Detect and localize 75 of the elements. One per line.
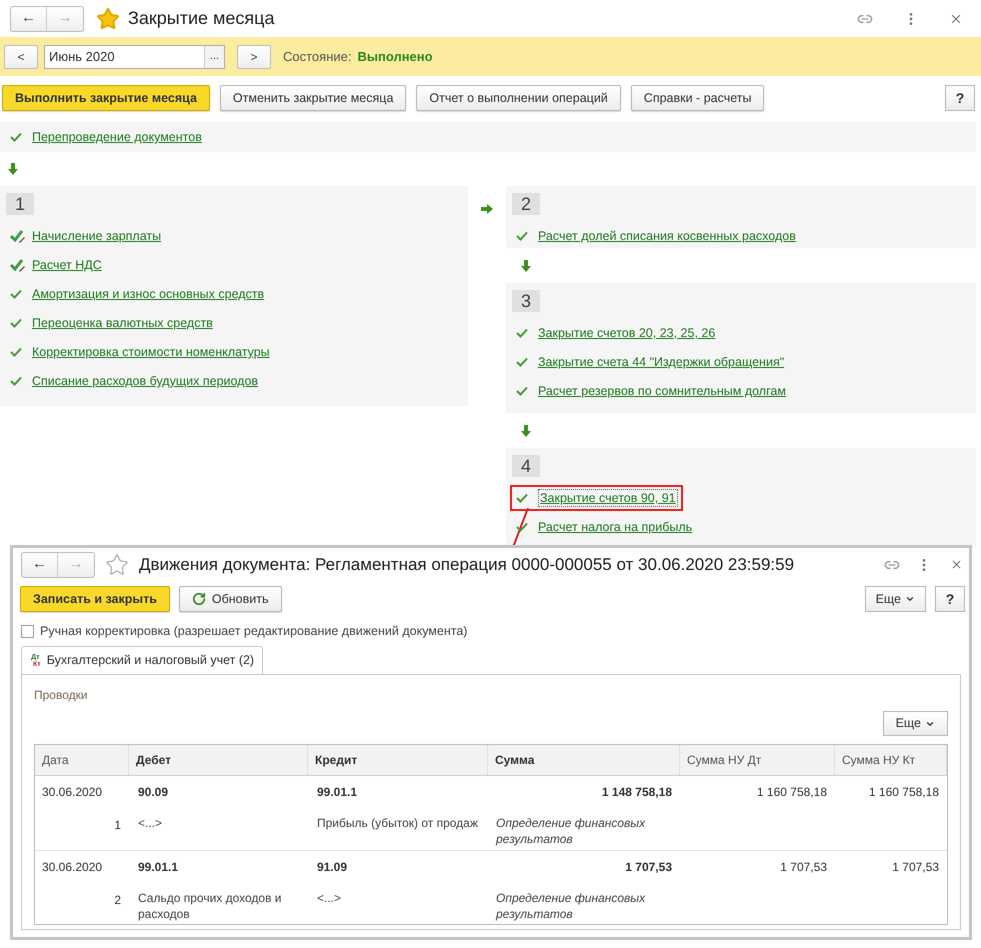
column-header[interactable]: Кредит (308, 745, 488, 775)
step-number: 4 (512, 455, 540, 477)
step-link[interactable]: Списание расходов будущих периодов (32, 373, 258, 389)
help-button[interactable]: ? (945, 85, 975, 111)
table-cell-text: 1 160 758,18 (756, 784, 827, 801)
step-link[interactable]: Расчет долей списания косвенных расходов (538, 228, 796, 244)
down-arrow-icon (8, 163, 18, 175)
help-button[interactable]: ? (935, 586, 965, 612)
back-button[interactable]: ← (11, 6, 47, 30)
table-cell-text: Определение финансовых результатов (496, 890, 646, 922)
toolbar-button[interactable]: Обновить (178, 586, 282, 612)
step-link[interactable]: Закрытие счетов 20, 23, 25, 26 (538, 325, 716, 341)
table-cell-text: Сальдо прочих доходов и расходов (138, 890, 283, 922)
table-cell-text: 99.01.1 (138, 859, 178, 876)
table-cell: <...> (317, 890, 342, 906)
choose-button[interactable]: ... (204, 46, 224, 68)
period-field[interactable]: Июнь 2020 ... (44, 44, 225, 68)
step-link[interactable]: Переоценка валютных средств (32, 315, 213, 331)
table-cell-text: 91.09 (317, 859, 348, 876)
window-title: Закрытие месяца (128, 7, 274, 30)
table-cell: Прибыль (убыток) от продаж (317, 815, 478, 831)
step-link[interactable]: Закрытие счетов 90, 91 (538, 489, 678, 507)
table-cell: <...> (138, 815, 162, 831)
column-header[interactable]: Дата (35, 745, 129, 775)
table-cell-text: 1 707,53 (892, 859, 939, 876)
down-arrow-icon (521, 424, 531, 436)
next-button[interactable]: > (237, 44, 271, 68)
checkbox-label: Ручная корректировка (разрешает редактирование движений документа) (40, 622, 468, 640)
step-number: 2 (512, 193, 540, 215)
section-title: Проводки (34, 687, 88, 704)
close-icon[interactable] (950, 558, 963, 571)
back-button[interactable]: ← (22, 552, 58, 576)
table-cell-text: 90.09 (138, 784, 168, 801)
toolbar-button[interactable]: Отменить закрытие месяца (220, 85, 406, 111)
step-link[interactable]: Закрытие счета 44 "Издержки обращения" (538, 354, 784, 370)
step-number: 1 (6, 193, 34, 215)
table-cell-text: 30.06.2020 (42, 859, 104, 876)
down-arrow-icon (521, 260, 531, 272)
table-cell-text: 2 (114, 892, 122, 909)
step-link[interactable]: Начисление зарплаты (32, 228, 162, 244)
table-cell-text: 1 148 758,18 (602, 784, 672, 801)
table-cell-text: 30.06.2020 (42, 784, 104, 801)
column-header[interactable]: Сумма НУ Дт (680, 745, 835, 775)
prev-button[interactable]: < (4, 44, 38, 68)
more-button[interactable]: Еще (882, 711, 948, 736)
primary-button[interactable]: Записать и закрыть (20, 586, 170, 612)
state-label: Состояние: (283, 48, 352, 66)
toolbar-button[interactable]: Отчет о выполнении операций (416, 85, 621, 111)
table-cell-text: 1 160 758,18 (868, 784, 939, 801)
table-cell-text: Определение финансовых результатов (496, 815, 646, 847)
step-link[interactable]: Амортизация и износ основных средств (32, 286, 264, 302)
window-title: Движения документа: Регламентная операция 0000-000055 от 30.06.2020 23:59:59 (139, 554, 794, 576)
step-link[interactable]: Расчет НДС (32, 257, 102, 273)
step-link[interactable]: Перепроведение документов (32, 129, 202, 145)
state-value: Выполнено (357, 48, 433, 66)
caret-icon (905, 594, 915, 604)
table-cell-text: 1 707,53 (780, 859, 827, 876)
step-number: 3 (512, 290, 540, 312)
primary-button[interactable]: Выполнить закрытие месяца (2, 85, 210, 111)
table-cell-text: 99.01.1 (317, 784, 358, 801)
right-arrow-icon (481, 204, 493, 214)
star-icon[interactable] (96, 6, 120, 30)
table-cell-text: 1 (114, 817, 122, 834)
column-header[interactable]: Сумма НУ Кт (835, 745, 947, 775)
column-header[interactable]: Сумма (488, 745, 680, 775)
checkbox[interactable] (21, 624, 34, 638)
star-icon[interactable] (105, 552, 129, 576)
refresh-icon (192, 592, 206, 606)
step-link[interactable]: Корректировка стоимости номенклатуры (32, 344, 270, 360)
step-link[interactable]: Расчет налога на прибыль (538, 519, 692, 535)
table-cell-text: 1 707,53 (625, 859, 672, 876)
more-button[interactable]: Еще (864, 586, 926, 612)
toolbar-button[interactable]: Справки - расчеты (630, 85, 764, 111)
column-header[interactable]: Дебет (129, 745, 308, 775)
step-link[interactable]: Расчет резервов по сомнительным долгам (538, 383, 786, 399)
